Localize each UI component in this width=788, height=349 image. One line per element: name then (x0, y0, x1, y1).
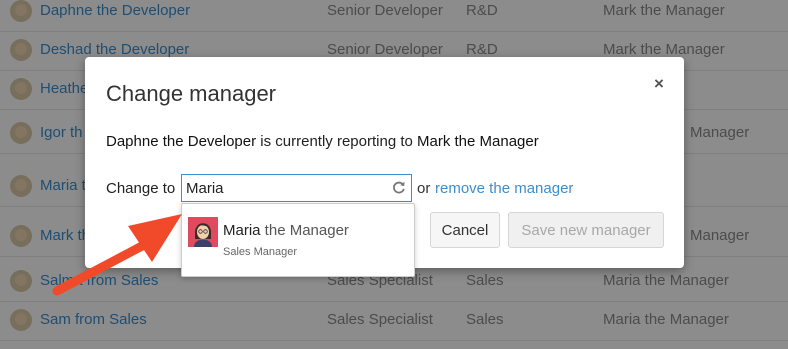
remove-manager-link[interactable]: remove the manager (435, 180, 573, 197)
save-new-manager-button[interactable]: Save new manager (508, 212, 664, 248)
manager-search-field[interactable] (181, 174, 412, 202)
refresh-icon[interactable] (391, 179, 407, 195)
suggestion-subtitle: Sales Manager (223, 246, 297, 258)
suggestion-name-match: Maria (223, 222, 261, 239)
employee-name: Daphne the Developer (106, 133, 257, 150)
suggestion-name-rest: the Manager (260, 222, 349, 239)
close-icon[interactable]: × (654, 74, 664, 94)
change-to-label: Change to (106, 180, 176, 197)
description-text: is currently reporting to (256, 133, 418, 150)
cancel-button[interactable]: Cancel (430, 212, 500, 248)
reporting-description: Daphne the Developer is currently report… (106, 133, 539, 150)
suggestion-name[interactable]: Maria the Manager (223, 222, 349, 239)
dialog-title: Change manager (106, 81, 277, 106)
manager-search-input[interactable] (186, 178, 386, 198)
manager-suggestions-dropdown: Maria the Manager Sales Manager (181, 203, 415, 277)
current-manager-name: Mark the Manager (417, 133, 539, 150)
or-text: or (417, 180, 431, 197)
avatar (188, 217, 218, 247)
